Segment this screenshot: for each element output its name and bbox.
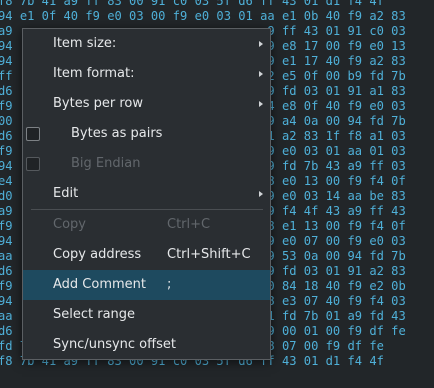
menu-item-label: Bytes per row <box>53 96 143 111</box>
menu-item-select-range[interactable]: Select range <box>23 300 270 330</box>
menu-item-label: Bytes as pairs <box>71 126 163 141</box>
menu-item-item-size[interactable]: Item size: <box>23 29 270 59</box>
menu-item-label: Sync/unsync offset <box>53 337 176 352</box>
menu-item-shortcut: Ctrl+C <box>167 217 211 232</box>
menu-item-bytes-per-row[interactable]: Bytes per row <box>23 89 270 119</box>
menu-item-copy: Copy Ctrl+C <box>23 210 270 240</box>
menu-item-add-comment[interactable]: Add Comment ; <box>23 270 270 300</box>
menu-item-item-format[interactable]: Item format: <box>23 59 270 89</box>
submenu-arrow-icon <box>259 41 263 47</box>
menu-item-label: Item size: <box>53 36 117 51</box>
menu-item-label: Item format: <box>53 66 135 81</box>
menu-item-label: Select range <box>53 307 136 322</box>
menu-item-edit[interactable]: Edit <box>23 179 270 209</box>
menu-item-shortcut: ; <box>167 277 172 292</box>
big-endian-checkbox <box>26 157 40 171</box>
menu-item-label: Copy address <box>53 247 142 262</box>
menu-item-sync-offset[interactable]: Sync/unsync offset <box>23 330 270 360</box>
submenu-arrow-icon <box>259 71 263 77</box>
menu-item-label: Copy <box>53 217 86 232</box>
context-menu: Item size: Item format: Bytes per row By… <box>22 28 271 360</box>
hex-row[interactable]: 94 e1 0f 40 f9 e0 03 00 f9 e0 03 01 aa e… <box>0 9 406 24</box>
menu-item-label: Big Endian <box>71 156 141 171</box>
menu-item-label: Edit <box>53 186 79 201</box>
menu-item-shortcut: Ctrl+Shift+C <box>167 247 251 262</box>
menu-item-big-endian: Big Endian <box>23 149 270 179</box>
menu-item-bytes-as-pairs[interactable]: Bytes as pairs <box>23 119 270 149</box>
menu-item-copy-address[interactable]: Copy address Ctrl+Shift+C <box>23 240 270 270</box>
menu-item-label: Add Comment <box>53 277 146 292</box>
submenu-arrow-icon <box>259 101 263 107</box>
hex-row[interactable]: f8 7b 41 a9 ff 83 00 91 c0 03 5f d6 ff 4… <box>0 0 384 9</box>
submenu-arrow-icon <box>259 191 263 197</box>
bytes-as-pairs-checkbox[interactable] <box>26 127 40 141</box>
